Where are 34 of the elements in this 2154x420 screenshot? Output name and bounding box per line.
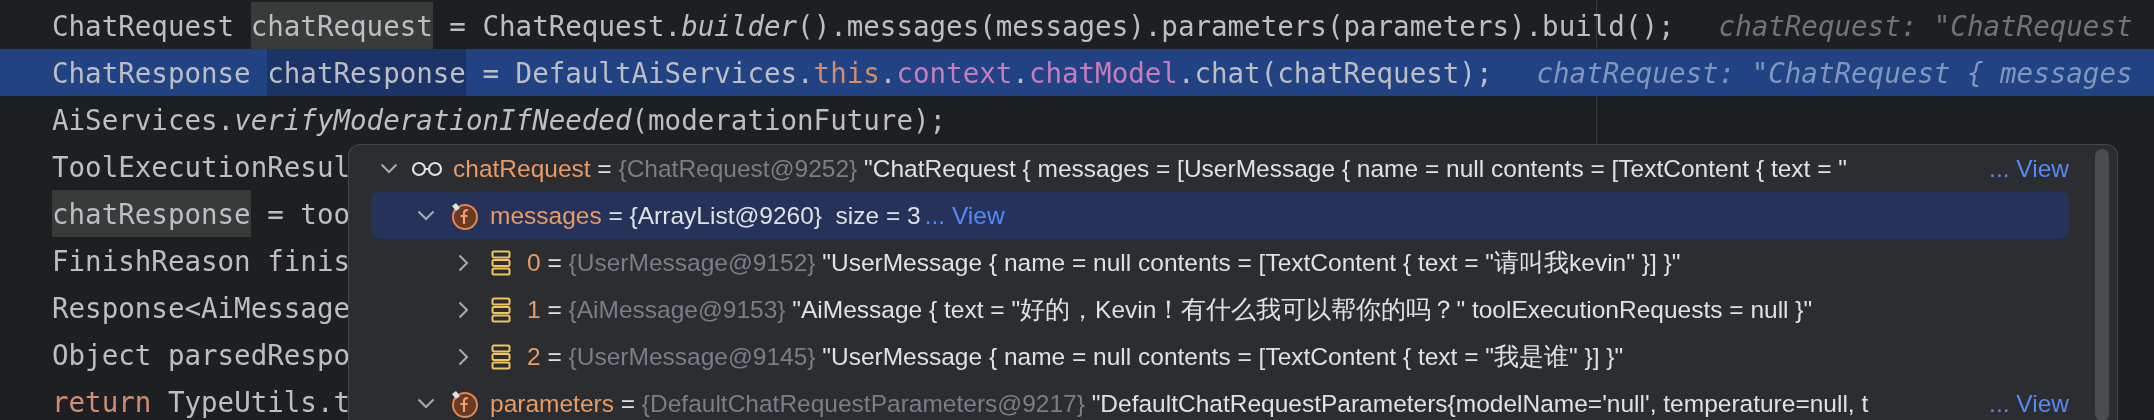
field-icon [449,200,479,231]
code-line: chatResponse = too [52,190,351,237]
view-link[interactable]: ... View [1985,154,2069,183]
chevron-down-icon[interactable] [417,398,435,409]
scrollbar-thumb[interactable] [2095,149,2109,420]
chevron-right-icon[interactable] [457,300,469,319]
field-icon [449,388,479,419]
array-element-icon [491,343,511,370]
array-element-icon [491,296,511,323]
code-line: Response<AiMessage [52,290,350,326]
code-line: ChatRequest chatRequest = ChatRequest.builder().messages(messages).parameters(parameters).build(); [52,2,1675,49]
view-link[interactable]: ... View [920,201,1005,230]
variable-label: 0 = {UserMessage@9152} "UserMessage { name = null contents = [TextContent { text = "请叫我kevin" }] }" [527,248,1681,278]
variable-label: 2 = {UserMessage@9145} "UserMessage { name = null contents = [TextContent { text = "我是谁" }] }" [527,342,1624,372]
chevron-right-icon[interactable] [457,347,469,366]
code-line: ToolExecutionResul [52,149,350,185]
inline-value-hint: chatRequest: "ChatRequest { messages [1536,56,2133,89]
array-element-icon [491,249,511,276]
glasses-icon [411,160,443,177]
chevron-down-icon[interactable] [417,210,435,221]
variable-label: messages = {ArrayList@9260} size = 3 [490,201,921,230]
view-link[interactable]: ... View [1985,389,2069,418]
inline-value-hint: chatRequest: "ChatRequest [1718,9,2133,42]
chevron-down-icon[interactable] [380,163,398,174]
code-line: Object parsedRespo [52,337,350,373]
variable-label: chatRequest = {ChatRequest@9252} "ChatRequest { messages = [UserMessage { name = null contents = [TextContent { text = " [453,154,1847,183]
code-line: return TypeUtils.t [52,384,351,420]
code-line: ChatResponse chatResponse = DefaultAiServices.this.context.chatModel.chat(chatRequest); [52,49,1493,96]
chevron-right-icon[interactable] [457,253,469,272]
code-line: FinishReason finis [52,243,350,279]
code-line: AiServices.verifyModerationIfNeeded(moderationFuture); [52,102,947,138]
selected-row[interactable]: messages = {ArrayList@9260} size = 3 ... View [371,192,2069,239]
variable-label: parameters = {DefaultChatRequestParameters@9217} "DefaultChatRequestParameters{modelName='null', temperature=null, t [490,389,1869,418]
variable-label: 1 = {AiMessage@9153} "AiMessage { text = "好的，Kevin！有什么我可以帮你的吗？" toolExecutionRequests = null }" [527,295,1813,325]
